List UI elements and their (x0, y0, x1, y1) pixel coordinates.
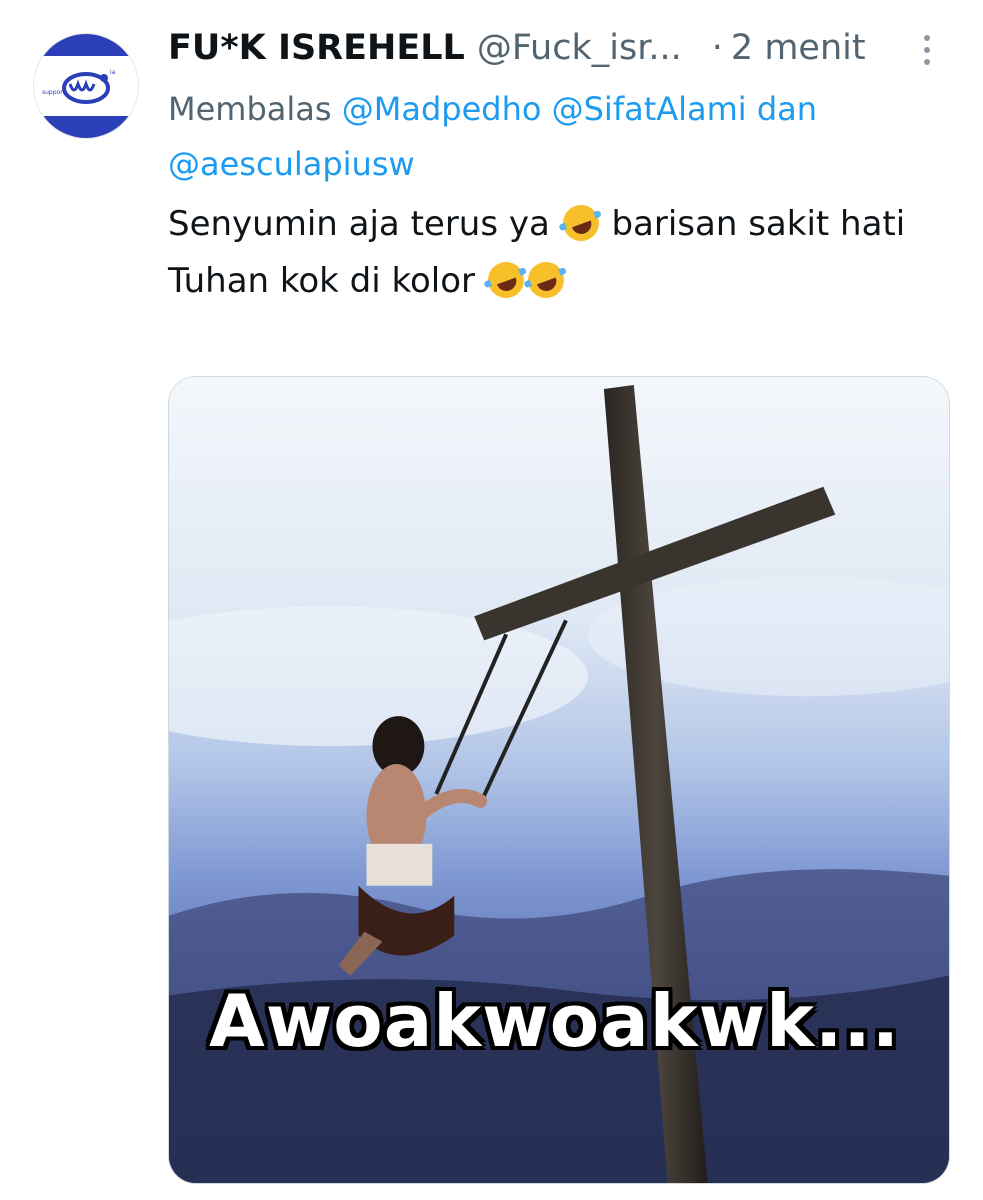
mention-sifatalami[interactable]: @SifatAlami (552, 90, 747, 128)
tweet-text-part: Senyumin aja terus ya (168, 204, 550, 244)
timestamp-separator: · (711, 28, 723, 68)
mention-madpedho[interactable]: @Madpedho (342, 90, 542, 128)
avatar[interactable]: support ia (33, 33, 139, 139)
mention-aesculapiusw[interactable]: @aesculapiusw (168, 145, 415, 183)
tweet-header: FU*K ISREHELL @Fuck_isr... · 2 menit (168, 22, 948, 74)
tweet[interactable]: support ia FU*K ISREHELL @Fuck_isr... · … (0, 0, 983, 1200)
meme-caption: Awoakwoakwk... (209, 979, 901, 1063)
svg-text:ia: ia (110, 69, 116, 76)
tweet-media-image[interactable]: Awoakwoakwk... (168, 376, 950, 1184)
tweet-text: Senyumin aja terus ya barisan sakit hati… (168, 196, 928, 310)
rofl-emoji-icon (557, 199, 604, 247)
tweet-text-part: Tuhan kok di kolor (168, 261, 476, 301)
more-vertical-icon[interactable] (912, 30, 942, 70)
svg-text:support: support (42, 89, 66, 96)
tweet-text-part: barisan sakit hati (611, 204, 906, 244)
more-dot (924, 47, 930, 53)
user-handle[interactable]: @Fuck_isr... (477, 22, 682, 74)
more-dot (924, 59, 930, 65)
timestamp[interactable]: 2 menit (731, 22, 866, 74)
more-dot (924, 35, 930, 41)
reply-prefix: Membalas (168, 90, 332, 128)
reply-context: Membalas @Madpedho @SifatAlami dan @aesc… (168, 82, 958, 192)
avatar-logo: support ia (34, 56, 138, 116)
display-name[interactable]: FU*K ISREHELL (168, 22, 465, 74)
reply-conjunction[interactable]: dan (757, 90, 817, 128)
rofl-emoji-icon (522, 256, 569, 304)
rofl-emoji-icon (482, 256, 529, 304)
